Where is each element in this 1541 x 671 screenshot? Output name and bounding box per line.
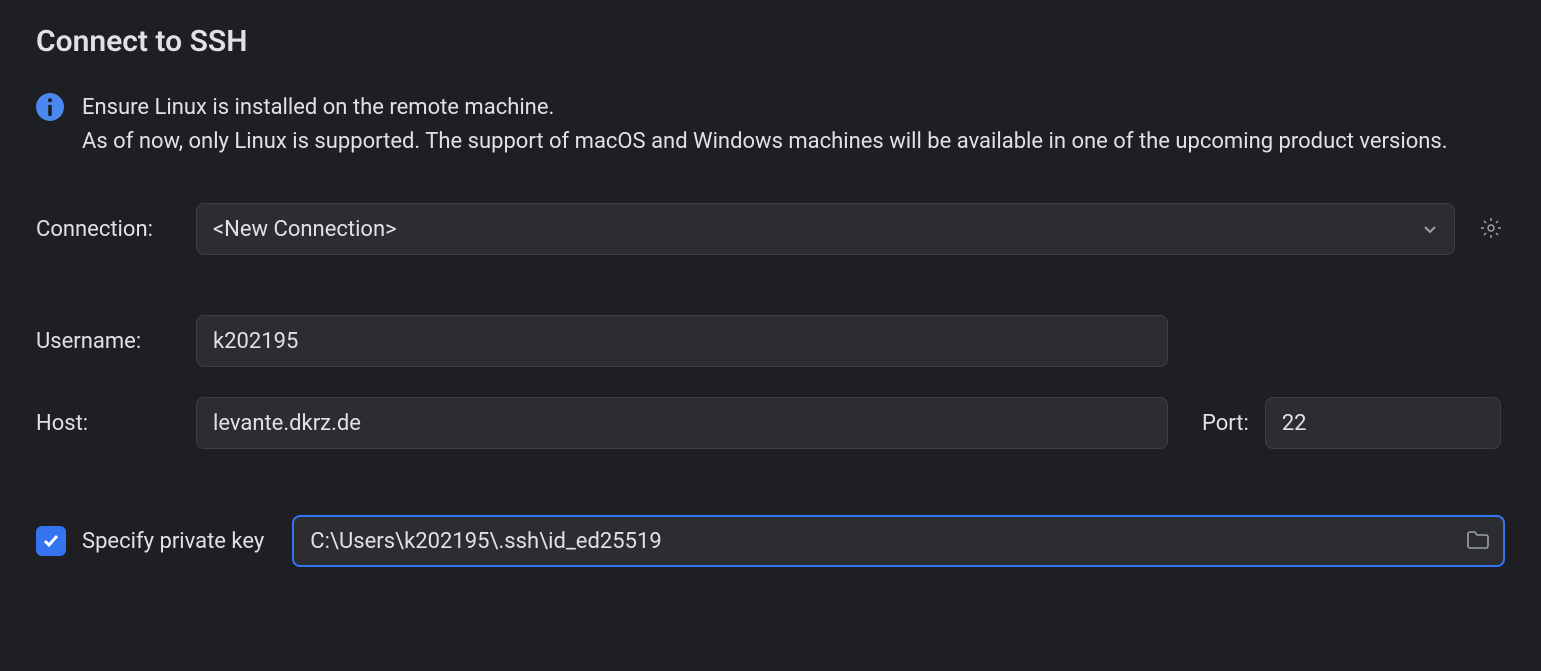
- info-text: Ensure Linux is installed on the remote …: [82, 91, 1448, 159]
- host-label: Host:: [36, 411, 196, 436]
- port-input[interactable]: [1265, 397, 1501, 449]
- info-icon: [36, 93, 64, 121]
- private-key-input[interactable]: [292, 515, 1505, 567]
- specify-private-key-label: Specify private key: [82, 529, 264, 554]
- connection-value: <New Connection>: [213, 217, 397, 242]
- port-label: Port:: [1202, 411, 1249, 436]
- dialog-title: Connect to SSH: [36, 24, 1505, 59]
- info-line1: Ensure Linux is installed on the remote …: [82, 95, 1448, 154]
- connection-label: Connection:: [36, 217, 196, 242]
- info-banner: Ensure Linux is installed on the remote …: [36, 91, 1505, 159]
- connection-settings-button[interactable]: [1477, 215, 1505, 243]
- browse-private-key-button[interactable]: [1463, 526, 1493, 556]
- specify-private-key-checkbox[interactable]: [36, 526, 66, 556]
- username-label: Username:: [36, 329, 196, 354]
- host-input[interactable]: [196, 397, 1168, 449]
- folder-icon: [1466, 530, 1490, 553]
- username-input[interactable]: [196, 315, 1168, 367]
- gear-icon: [1479, 216, 1503, 243]
- chevron-down-icon: [1422, 221, 1438, 237]
- connection-dropdown[interactable]: <New Connection>: [196, 203, 1455, 255]
